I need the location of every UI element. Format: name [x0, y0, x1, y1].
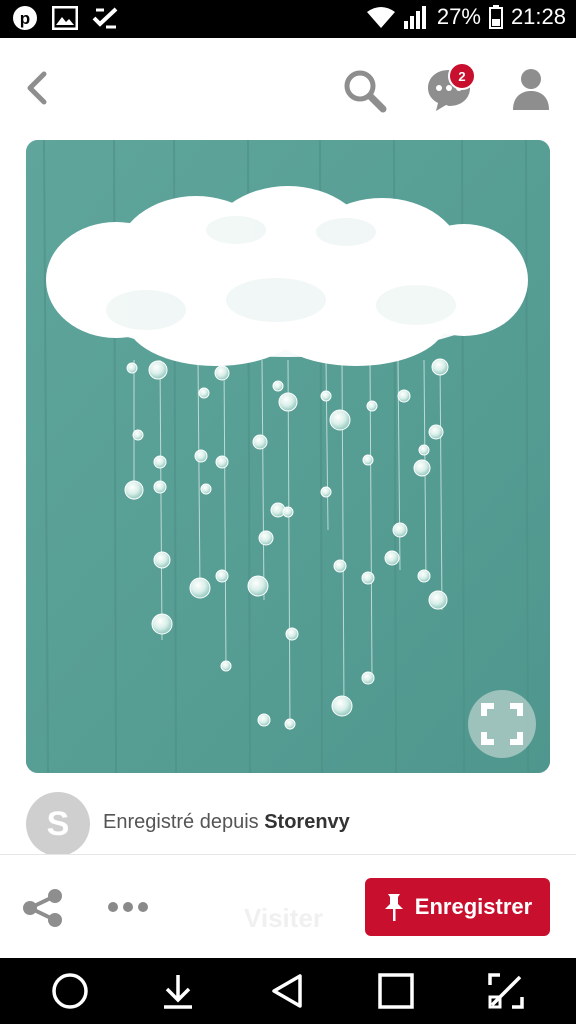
cloud-mobile-illustration — [26, 140, 550, 773]
profile-icon[interactable] — [508, 66, 554, 112]
battery-icon — [488, 5, 503, 29]
checklist-icon — [92, 7, 118, 29]
signal-icon — [403, 6, 426, 29]
back-triangle-icon[interactable] — [268, 971, 308, 1011]
battery-percent: 27% — [436, 4, 481, 29]
back-icon[interactable] — [18, 68, 54, 108]
recent-square-icon[interactable] — [376, 971, 416, 1011]
fullscreen-icon — [481, 703, 523, 745]
visit-ghost-label: Visiter — [244, 903, 324, 933]
download-icon[interactable] — [158, 971, 198, 1011]
search-icon[interactable] — [340, 66, 388, 114]
wifi-icon — [366, 7, 395, 28]
app-header: 2 — [0, 38, 576, 140]
source-prefix: Enregistré depuis — [103, 811, 259, 833]
fullscreen-button[interactable] — [468, 690, 536, 758]
clock: 21:28 — [510, 4, 566, 29]
pinterest-icon: p — [13, 6, 37, 30]
resize-icon[interactable] — [486, 971, 526, 1011]
source-name[interactable]: Storenvy — [264, 811, 350, 833]
source-row[interactable]: S Enregistré depuis Storenvy — [26, 792, 556, 856]
home-circle-icon[interactable] — [50, 971, 90, 1011]
more-icon[interactable] — [108, 897, 154, 917]
svg-text:p: p — [20, 9, 30, 28]
source-avatar: S — [26, 792, 90, 856]
source-text: Enregistré depuis Storenvy — [103, 811, 350, 834]
system-nav-bar — [0, 958, 576, 1024]
messages-badge: 2 — [448, 62, 476, 90]
save-button-label: Enregistrer — [414, 894, 533, 919]
pin-icon — [384, 894, 403, 921]
gallery-icon — [52, 6, 78, 30]
share-icon[interactable] — [22, 889, 64, 927]
pin-image[interactable] — [26, 140, 550, 773]
status-bar: p 27% 21:28 — [0, 0, 576, 38]
save-button[interactable]: Enregistrer — [365, 878, 550, 936]
action-bar: Visiter Enregistrer — [0, 854, 576, 959]
